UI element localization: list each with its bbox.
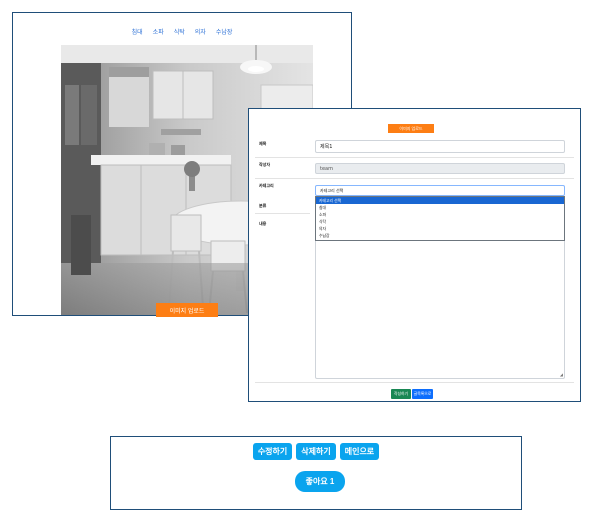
type-label: 분류: [259, 203, 267, 208]
category-link-chair[interactable]: 의자: [195, 27, 206, 36]
dropdown-option[interactable]: 카테고리 선택: [316, 197, 564, 204]
divider: [255, 178, 574, 179]
category-link-bed[interactable]: 침대: [132, 27, 143, 36]
author-label: 작성자: [259, 162, 271, 167]
title-label: 제목: [259, 141, 267, 146]
dropdown-option[interactable]: 식탁: [316, 218, 564, 225]
edit-button[interactable]: 수정하기: [252, 443, 293, 460]
divider: [255, 382, 574, 383]
category-nav: 침대 소파 식탁 의자 수납장: [13, 27, 351, 36]
category-link-sofa[interactable]: 소파: [153, 27, 164, 36]
divider: [255, 213, 310, 214]
action-button-row: 수정하기 삭제하기 메인으로: [111, 443, 521, 460]
category-link-storage[interactable]: 수납장: [216, 27, 233, 36]
like-button[interactable]: 좋아요 1: [295, 471, 345, 492]
save-button[interactable]: 작성하기: [391, 389, 411, 399]
resize-handle-icon[interactable]: ◢: [560, 372, 563, 377]
divider: [255, 157, 574, 158]
title-input[interactable]: 제목1: [315, 140, 565, 153]
main-page-button[interactable]: 메인으로: [339, 443, 380, 460]
post-actions-panel: 수정하기 삭제하기 메인으로 좋아요 1: [110, 436, 522, 510]
edit-form-panel: 이미지 업로드 제목 제목1 작성자 team 카테고리 카테고리 선택 분류 …: [248, 108, 581, 402]
content-label: 내용: [259, 221, 267, 226]
content-textarea[interactable]: ◢: [315, 217, 565, 379]
category-dropdown-list: 카테고리 선택 침대 소파 식탁 의자 수납장: [315, 196, 565, 241]
image-upload-button[interactable]: 이미지 업로드: [156, 303, 218, 317]
back-to-list-button[interactable]: 글목록으로: [412, 389, 433, 399]
delete-button[interactable]: 삭제하기: [296, 443, 336, 460]
image-upload-button[interactable]: 이미지 업로드: [388, 124, 434, 133]
category-select[interactable]: 카테고리 선택: [315, 185, 565, 196]
author-input: team: [315, 163, 565, 174]
dropdown-option[interactable]: 수납장: [316, 232, 564, 239]
dropdown-option[interactable]: 침대: [316, 204, 564, 211]
category-link-table[interactable]: 식탁: [174, 27, 185, 36]
dropdown-option[interactable]: 소파: [316, 211, 564, 218]
category-label: 카테고리: [259, 183, 274, 188]
dropdown-option[interactable]: 의자: [316, 225, 564, 232]
